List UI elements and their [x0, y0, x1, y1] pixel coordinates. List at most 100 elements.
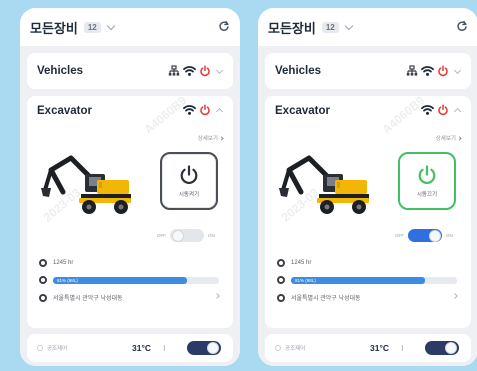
- engine-toggle[interactable]: [170, 229, 204, 242]
- vehicles-card[interactable]: Vehicles: [265, 53, 471, 89]
- location-row[interactable]: 서울특별시 관악구 낙성대동: [277, 293, 461, 302]
- wifi-icon: [183, 105, 196, 115]
- hours-indicator-icon: [277, 259, 285, 267]
- fuel-level-bar: 81% (98L): [291, 276, 457, 284]
- chevron-down-icon[interactable]: [215, 66, 224, 74]
- power-icon: [418, 165, 436, 184]
- excavator-title: Excavator: [275, 105, 330, 117]
- excavator-card: Excavator 상세보기: [265, 96, 471, 328]
- power-icon[interactable]: [199, 104, 211, 116]
- page-title: 모든장비: [30, 20, 78, 36]
- fuel-row: 81% (98L): [39, 276, 223, 284]
- detail-link-label: 상세보기: [197, 136, 218, 142]
- climate-control-label: 공조제어: [275, 344, 305, 352]
- excavator-image: [279, 155, 369, 214]
- equipment-count-badge: 12: [83, 21, 101, 33]
- chevron-down-icon[interactable]: [344, 21, 353, 30]
- climate-indicator-icon: [37, 345, 43, 351]
- climate-control-label: 공조제어: [37, 344, 67, 352]
- app-header: 모든장비 12: [258, 8, 477, 46]
- temperature-adjust-icon[interactable]: ⁝: [163, 344, 166, 353]
- detail-link[interactable]: 상세보기: [435, 134, 462, 142]
- wifi-icon: [421, 105, 434, 115]
- location-indicator-icon: [39, 293, 47, 302]
- fuel-level-text: 81% (98L): [57, 277, 78, 283]
- engine-start-label: 시동켜기: [178, 192, 200, 198]
- wifi-icon: [183, 66, 196, 76]
- equipment-count-badge: 12: [321, 21, 339, 33]
- phone-screen-engine-on: 모든장비 12 Vehicles Excavator 상세보기 시동끄기 OFF…: [258, 8, 477, 366]
- operating-hours-row: 1245 hr: [39, 259, 223, 267]
- climate-label-text: 공조제어: [47, 346, 68, 352]
- power-icon[interactable]: [437, 65, 449, 77]
- chevron-up-icon[interactable]: [453, 107, 462, 115]
- power-icon[interactable]: [437, 104, 449, 116]
- toggle-knob: [429, 229, 441, 242]
- fuel-indicator-icon: [277, 276, 285, 284]
- network-icon: [406, 65, 418, 76]
- climate-indicator-icon: [275, 345, 281, 351]
- chevron-down-icon[interactable]: [453, 66, 462, 74]
- excavator-status-icons: [421, 104, 463, 116]
- network-icon: [168, 65, 180, 76]
- detail-link[interactable]: 상세보기: [197, 134, 224, 142]
- vehicles-status-icons: [168, 65, 225, 77]
- temperature-adjust-icon[interactable]: ⁝: [401, 344, 404, 353]
- climate-control-card: 공조제어 31°C ⁝: [265, 334, 471, 362]
- location-value: 서울특별시 관악구 낙성대동: [291, 296, 361, 302]
- location-indicator-icon: [277, 293, 285, 302]
- vehicles-card[interactable]: Vehicles: [27, 53, 233, 89]
- excavator-status-icons: [183, 104, 225, 116]
- chevron-right-icon: [214, 293, 220, 299]
- app-screen: 모든장비 12 Vehicles Excavator 상세보기: [20, 8, 240, 366]
- fuel-level-text: 81% (98L): [295, 277, 316, 283]
- climate-toggle[interactable]: [425, 341, 459, 355]
- vehicles-status-icons: [406, 65, 463, 77]
- toggle-knob: [445, 342, 457, 354]
- operating-hours-value: 1245 hr: [291, 260, 312, 266]
- fuel-indicator-icon: [39, 276, 47, 284]
- engine-toggle-group: OFF ON: [157, 229, 215, 242]
- power-icon[interactable]: [199, 65, 211, 77]
- vehicles-title: Vehicles: [275, 65, 322, 77]
- detail-link-label: 상세보기: [435, 136, 456, 142]
- operating-hours-value: 1245 hr: [53, 260, 74, 266]
- climate-toggle[interactable]: [187, 341, 221, 355]
- engine-toggle-group: OFF ON: [395, 229, 453, 242]
- chevron-right-icon: [452, 293, 458, 299]
- chevron-right-icon: [457, 135, 462, 141]
- page-title: 모든장비: [268, 20, 316, 36]
- climate-label-text: 공조제어: [285, 346, 306, 352]
- app-screen: 모든장비 12 Vehicles Excavator 상세보기: [258, 8, 477, 366]
- vehicles-title: Vehicles: [37, 65, 84, 77]
- engine-stop-label: 시동끄기: [416, 192, 438, 198]
- app-header: 모든장비 12: [20, 8, 240, 46]
- toggle-knob: [207, 342, 219, 354]
- toggle-off-label: OFF: [157, 233, 166, 238]
- phone-screen-engine-off: 모든장비 12 Vehicles Excavator 상세보기 시동켜기 OFF…: [20, 8, 240, 366]
- toggle-off-label: OFF: [395, 233, 404, 238]
- location-row[interactable]: 서울특별시 관악구 낙성대동: [39, 293, 223, 302]
- climate-control-card: 공조제어 31°C ⁝: [27, 334, 233, 362]
- excavator-title: Excavator: [37, 105, 92, 117]
- excavator-image: [41, 155, 131, 214]
- toggle-on-label: ON: [208, 233, 215, 238]
- temperature-value: 31°C: [132, 343, 151, 353]
- location-value: 서울특별시 관악구 낙성대동: [53, 296, 123, 302]
- engine-start-button[interactable]: 시동켜기: [160, 152, 218, 210]
- chevron-up-icon[interactable]: [215, 107, 224, 115]
- excavator-card: Excavator 상세보기: [27, 96, 233, 328]
- fuel-level-bar: 81% (98L): [53, 276, 219, 284]
- refresh-icon[interactable]: [456, 20, 468, 32]
- chevron-down-icon[interactable]: [106, 21, 115, 30]
- hours-indicator-icon: [39, 259, 47, 267]
- engine-toggle[interactable]: [408, 229, 442, 242]
- chevron-right-icon: [219, 135, 224, 141]
- wifi-icon: [421, 66, 434, 76]
- refresh-icon[interactable]: [218, 20, 230, 32]
- toggle-knob: [172, 229, 184, 242]
- operating-hours-row: 1245 hr: [277, 259, 461, 267]
- toggle-on-label: ON: [446, 233, 453, 238]
- power-icon: [180, 165, 198, 184]
- engine-stop-button[interactable]: 시동끄기: [398, 152, 456, 210]
